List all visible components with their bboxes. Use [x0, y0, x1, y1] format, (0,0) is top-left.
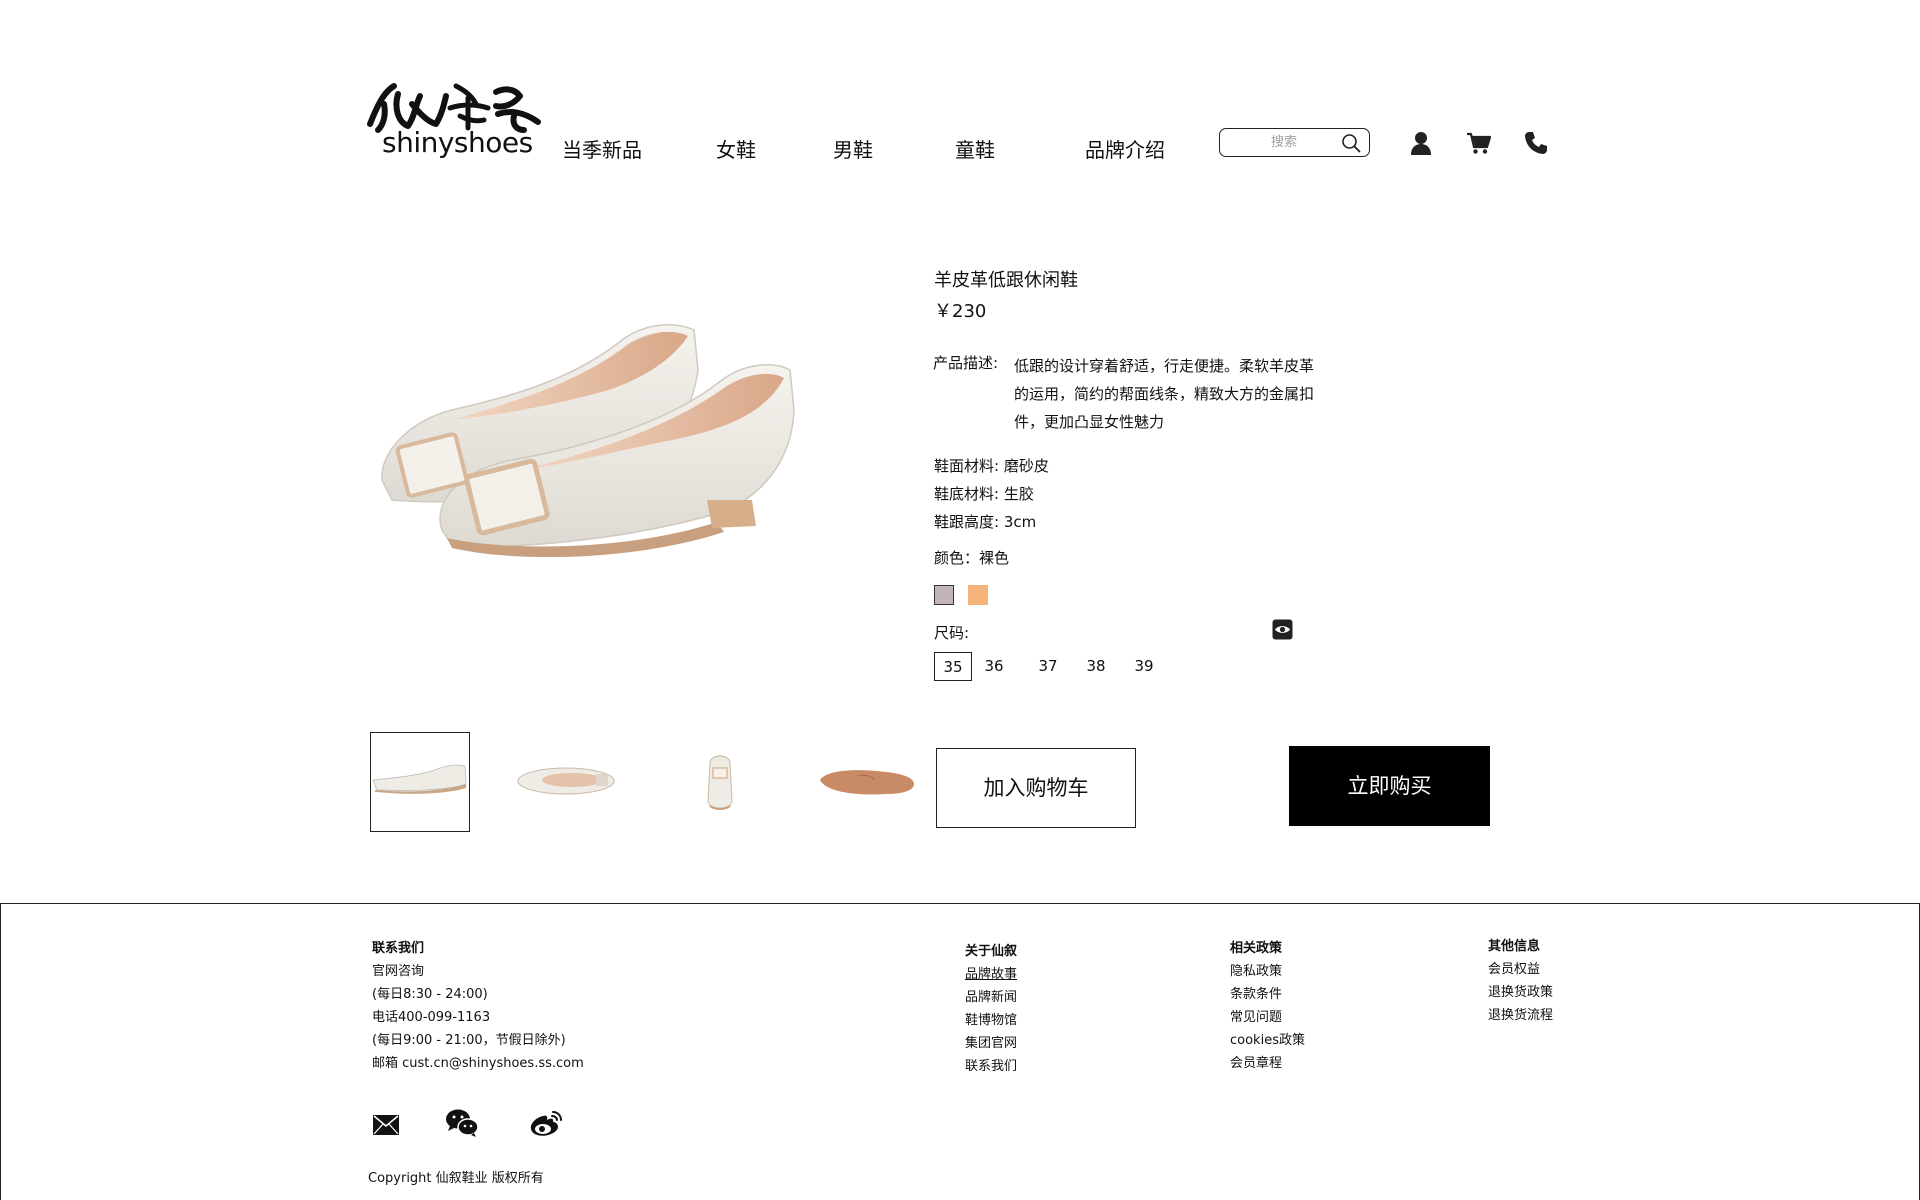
user-icon[interactable]: [1408, 130, 1434, 156]
footer-other: 其他信息 会员权益 退换货政策 退换货流程: [1488, 935, 1553, 1027]
size-option-35[interactable]: 35: [934, 652, 972, 681]
nav-men[interactable]: 男鞋: [833, 134, 873, 163]
logo-calligraphy-icon: [367, 83, 541, 133]
color-swatch-nude[interactable]: [934, 585, 954, 605]
weibo-icon[interactable]: [529, 1108, 563, 1138]
copyright-text: Copyright 仙叙鞋业 版权所有: [368, 1171, 544, 1186]
product-thumbnail-sole[interactable]: [816, 732, 916, 832]
spec-sole-material: 鞋底材料: 生胶: [934, 485, 1034, 503]
buy-now-button[interactable]: 立即购买: [1289, 746, 1490, 826]
footer-link[interactable]: 集团官网: [965, 1032, 1017, 1055]
footer-link[interactable]: 退换货政策: [1488, 981, 1553, 1004]
color-label: 颜色：裸色: [934, 549, 1010, 567]
product-thumbnail-top[interactable]: [516, 732, 616, 832]
footer-policy: 相关政策 隐私政策 条款条件 常见问题 cookies政策 会员章程: [1230, 937, 1305, 1075]
search-input[interactable]: [1230, 132, 1338, 152]
logo-wordmark: shinyshoes: [382, 126, 533, 159]
description-label: 产品描述:: [933, 354, 999, 372]
footer-link[interactable]: 常见问题: [1230, 1006, 1305, 1029]
nav-brand-intro[interactable]: 品牌介绍: [1085, 134, 1165, 163]
footer-contact-line: (每日8:30 - 24:00): [372, 987, 488, 1002]
footer-link[interactable]: 条款条件: [1230, 983, 1305, 1006]
footer-about-heading: 关于仙叙: [965, 944, 1018, 959]
footer-link[interactable]: 隐私政策: [1230, 960, 1305, 983]
product-main-image: [381, 324, 795, 558]
nav-women[interactable]: 女鞋: [716, 134, 756, 163]
footer-contact: 联系我们 官网咨询 (每日8:30 - 24:00) 电话400-099-116…: [372, 937, 584, 1075]
cart-icon[interactable]: [1466, 130, 1492, 156]
footer-link[interactable]: 品牌故事: [965, 963, 1017, 986]
footer-contact-heading: 联系我们: [372, 941, 425, 956]
footer-contact-line: 邮箱 cust.cn@shinyshoes.ss.com: [372, 1056, 584, 1071]
product-title: 羊皮革低跟休闲鞋: [934, 270, 1078, 291]
footer-policy-heading: 相关政策: [1230, 941, 1283, 956]
product-description: 低跟的设计穿着舒适，行走便捷。柔软羊皮革的运用，简约的帮面线条，精致大方的金属扣…: [1014, 357, 1315, 431]
size-option-39[interactable]: 39: [1125, 652, 1163, 681]
spec-upper-material: 鞋面材料: 磨砂皮: [934, 457, 1049, 475]
footer-contact-line: 官网咨询: [372, 964, 425, 979]
search-icon[interactable]: [1341, 133, 1361, 153]
phone-icon[interactable]: [1523, 130, 1549, 156]
color-swatch-orange[interactable]: [968, 585, 988, 605]
spec-heel-height: 鞋跟高度: 3cm: [934, 513, 1037, 531]
footer-other-heading: 其他信息: [1488, 939, 1541, 954]
footer-link[interactable]: 退换货流程: [1488, 1004, 1553, 1027]
mail-icon[interactable]: [372, 1113, 400, 1137]
footer: [0, 903, 1920, 1200]
nav-new-season[interactable]: 当季新品: [562, 134, 642, 163]
footer-contact-line: (每日9:00 - 21:00，节假日除外): [372, 1033, 566, 1048]
footer-contact-line: 电话400-099-1163: [372, 1010, 491, 1025]
size-option-37[interactable]: 37: [1029, 652, 1067, 681]
footer-link[interactable]: 品牌新闻: [965, 986, 1017, 1009]
footer-about: 关于仙叙 品牌故事 品牌新闻 鞋博物馆 集团官网 联系我们: [965, 940, 1017, 1078]
brand-logo[interactable]: shinyshoes: [364, 74, 544, 160]
size-label: 尺码:: [934, 624, 970, 642]
size-option-38[interactable]: 38: [1077, 652, 1115, 681]
nav-kids[interactable]: 童鞋: [955, 134, 995, 163]
footer-link[interactable]: 联系我们: [965, 1055, 1017, 1078]
footer-link[interactable]: 会员章程: [1230, 1052, 1305, 1075]
add-to-cart-button[interactable]: 加入购物车: [936, 748, 1136, 828]
wechat-icon[interactable]: [445, 1108, 479, 1138]
search-box[interactable]: [1219, 128, 1370, 157]
size-option-36[interactable]: 36: [975, 652, 1013, 681]
footer-link[interactable]: cookies政策: [1230, 1029, 1305, 1052]
footer-link[interactable]: 鞋博物馆: [965, 1009, 1017, 1032]
product-thumbnail-front[interactable]: [670, 732, 770, 832]
product-thumbnail-side[interactable]: [370, 732, 470, 832]
footer-link[interactable]: 会员权益: [1488, 958, 1553, 981]
eye-icon[interactable]: [1272, 619, 1293, 640]
product-price: ￥230: [934, 301, 987, 322]
